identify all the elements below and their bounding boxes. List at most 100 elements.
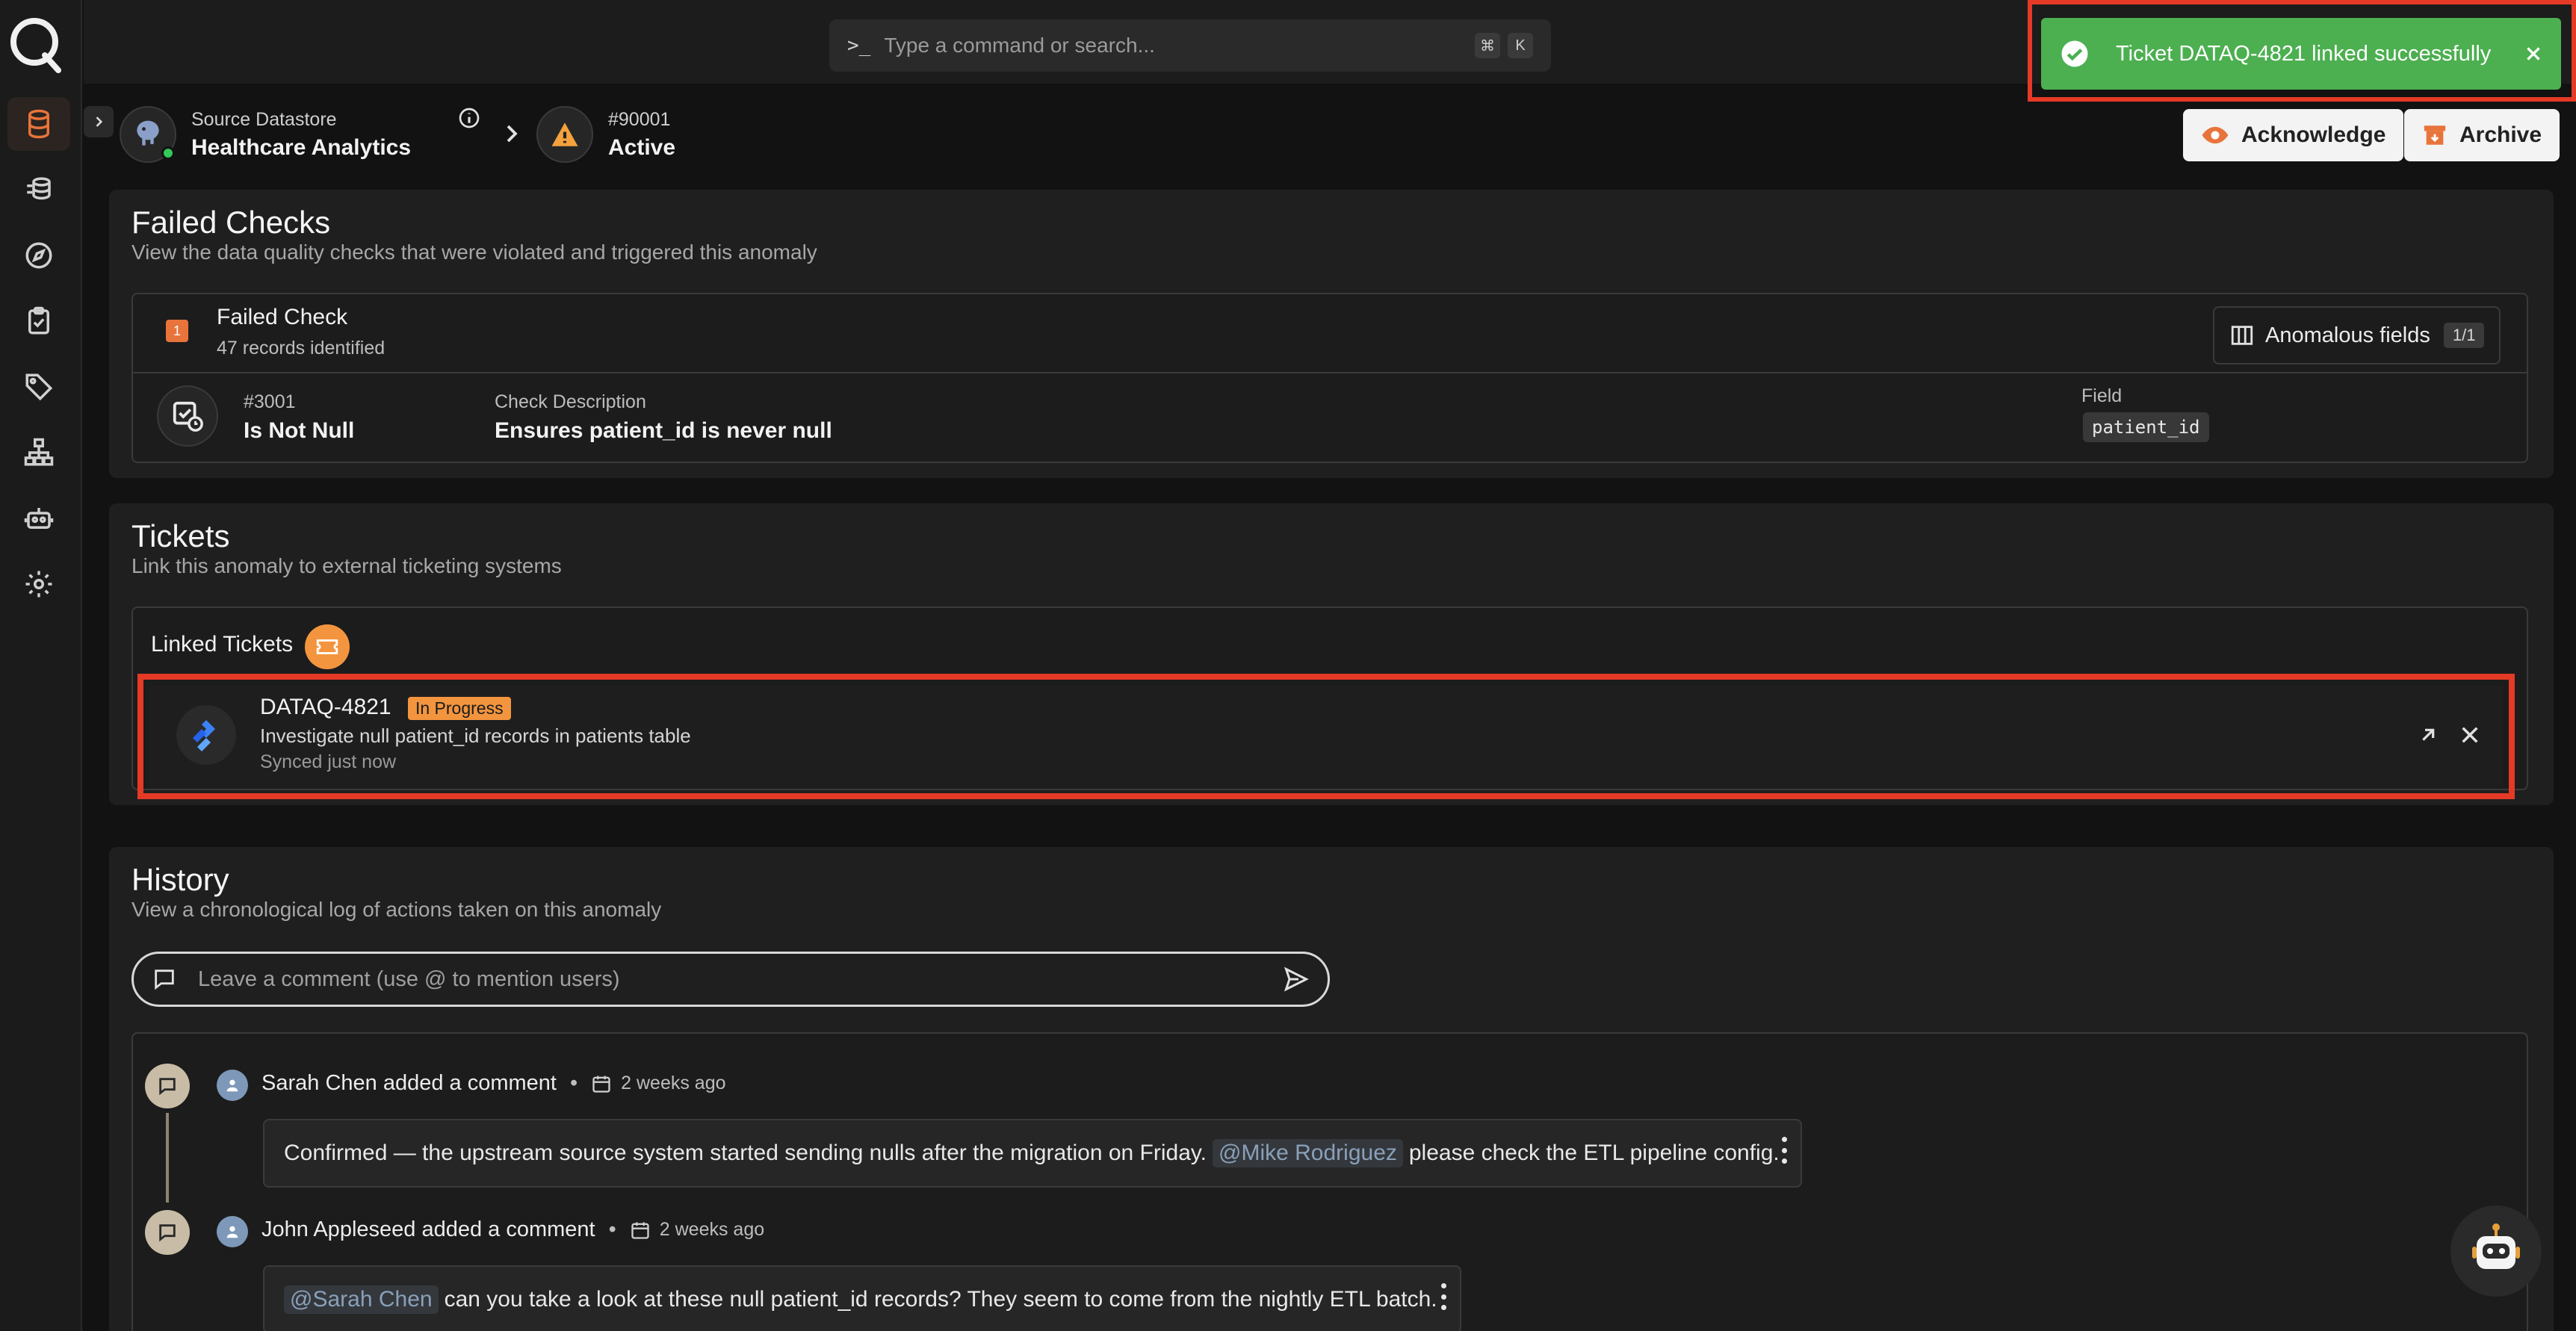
comment-input[interactable]: Leave a comment (use @ to mention users) [131, 952, 1330, 1007]
cmd-key-icon: ⌘ [1475, 33, 1500, 58]
person-icon [226, 1226, 238, 1238]
timeline-line [166, 1113, 169, 1203]
open-external-icon[interactable] [2416, 723, 2440, 747]
search-placeholder: Type a command or search... [884, 34, 1155, 57]
close-icon[interactable] [2524, 44, 2543, 63]
eye-icon [2202, 126, 2229, 144]
anomaly-id: #90001 [608, 108, 671, 130]
breadcrumb-anomaly[interactable]: #90001 Active [536, 97, 675, 172]
ticket-status-badge: In Progress [407, 696, 511, 720]
terminal-icon: >_ [847, 34, 871, 57]
chevron-right-icon [96, 117, 103, 127]
anomalous-fields-label: Anomalous fields [2265, 323, 2430, 347]
hierarchy-icon[interactable] [7, 426, 70, 480]
records-identified: 47 records identified [217, 338, 386, 359]
linked-ticket-row[interactable]: DATAQ-4821 In Progress Investigate null … [149, 686, 2503, 787]
comment-body: Confirmed — the upstream source system s… [263, 1119, 1802, 1188]
more-options-icon[interactable] [1781, 1137, 1787, 1164]
field-label: Field [2081, 385, 2123, 406]
history-entry-title: John Appleseed added a comment [261, 1217, 595, 1241]
comment-node-icon [145, 1210, 190, 1255]
checklist-icon[interactable] [7, 294, 70, 348]
calendar-icon [631, 1222, 649, 1239]
source-label: Source Datastore [191, 108, 337, 130]
gear-icon[interactable] [7, 557, 70, 611]
check-description-label: Check Description [495, 391, 646, 412]
source-name: Healthcare Analytics [191, 134, 412, 160]
separator-dot: • [608, 1217, 616, 1241]
warning-icon [551, 122, 578, 146]
tag-icon[interactable] [7, 360, 70, 414]
datastore-icon[interactable] [7, 97, 70, 151]
columns-icon [2231, 326, 2253, 345]
check-description: Ensures patient_id is never null [495, 418, 832, 443]
check-name: Is Not Null [244, 418, 355, 443]
send-icon[interactable] [1283, 966, 1310, 993]
more-options-icon[interactable] [1440, 1283, 1446, 1310]
archive-icon [2424, 125, 2446, 145]
online-status-dot [161, 146, 175, 160]
failed-checks-title: Failed Checks [131, 205, 331, 240]
divider [133, 372, 2527, 373]
k-key: K [1508, 33, 1533, 58]
assistant-bot-button[interactable] [2450, 1206, 2542, 1297]
calendar-icon [592, 1076, 610, 1093]
history-entry-time: 2 weeks ago [659, 1219, 765, 1240]
anomaly-status: Active [608, 134, 676, 160]
robot-icon [2472, 1223, 2520, 1269]
compass-icon[interactable] [7, 229, 70, 282]
acknowledge-button[interactable]: Acknowledge [2183, 109, 2404, 161]
tickets-title: Tickets [131, 518, 230, 553]
failed-check-heading: Failed Check [217, 305, 348, 329]
comment-placeholder: Leave a comment (use @ to mention users) [198, 967, 620, 991]
datastore-avatar [120, 106, 176, 163]
comment-body: @Sarah Chen can you take a look at these… [263, 1265, 1461, 1331]
comment-text: can you take a look at these null patien… [444, 1287, 1437, 1312]
field-chip: patient_id [2083, 412, 2209, 442]
user-avatar [217, 1070, 248, 1101]
failed-checks-subtitle: View the data quality checks that were v… [131, 241, 817, 264]
success-toast: Ticket DATAQ-4821 linked successfully [2041, 18, 2561, 90]
jira-icon [193, 720, 215, 751]
anomaly-avatar [536, 106, 593, 163]
breadcrumb-chevron-icon [507, 125, 518, 143]
toast-message: Ticket DATAQ-4821 linked successfully [2116, 41, 2492, 66]
unlink-close-icon[interactable] [2458, 723, 2482, 747]
jira-avatar [176, 705, 236, 765]
sidebar [0, 0, 82, 1331]
ticket-key[interactable]: DATAQ-4821 [260, 695, 391, 719]
comment-icon [155, 969, 174, 990]
user-mention[interactable]: @Mike Rodriguez [1213, 1139, 1403, 1167]
check-id: #3001 [244, 391, 296, 412]
info-icon[interactable] [457, 106, 481, 130]
failed-count-badge: 1 [166, 320, 188, 342]
archive-label: Archive [2459, 122, 2542, 147]
expand-sidebar-button[interactable] [84, 106, 114, 137]
command-search-input[interactable]: >_ Type a command or search... ⌘ K [829, 19, 1551, 72]
archive-button[interactable]: Archive [2404, 109, 2560, 161]
breadcrumb-datastore[interactable]: Source Datastore Healthcare Analytics [120, 97, 411, 172]
app-logo[interactable] [7, 13, 63, 73]
ticket-summary: Investigate null patient_id records in p… [260, 725, 691, 747]
ticket-sync-status: Synced just now [260, 751, 397, 772]
comment-text: Confirmed — the upstream source system s… [284, 1141, 1207, 1165]
ticket-icon [305, 624, 350, 669]
data-layers-icon[interactable] [7, 163, 70, 217]
anomalous-fields-button[interactable]: Anomalous fields 1/1 [2213, 306, 2501, 364]
robot-icon[interactable] [7, 491, 70, 545]
failed-checks-card: Failed Checks View the data quality chec… [109, 190, 2554, 478]
tickets-subtitle: Link this anomaly to external ticketing … [131, 554, 562, 577]
failed-check-box: 1 Failed Check 47 records identified Ano… [131, 293, 2528, 463]
comment-node-icon [145, 1064, 190, 1108]
comment-text-tail: please check the ETL pipeline config. [1408, 1141, 1780, 1165]
anomalous-fields-count: 1/1 [2443, 323, 2485, 348]
separator-dot: • [569, 1071, 578, 1095]
check-clock-icon [173, 401, 203, 432]
history-subtitle: View a chronological log of actions take… [131, 898, 662, 921]
user-avatar [217, 1216, 248, 1247]
person-icon [226, 1079, 238, 1092]
user-mention[interactable]: @Sarah Chen [284, 1285, 439, 1314]
history-entry-time: 2 weeks ago [621, 1073, 726, 1093]
history-title: History [131, 862, 229, 897]
history-entry-title: Sarah Chen added a comment [261, 1071, 557, 1095]
